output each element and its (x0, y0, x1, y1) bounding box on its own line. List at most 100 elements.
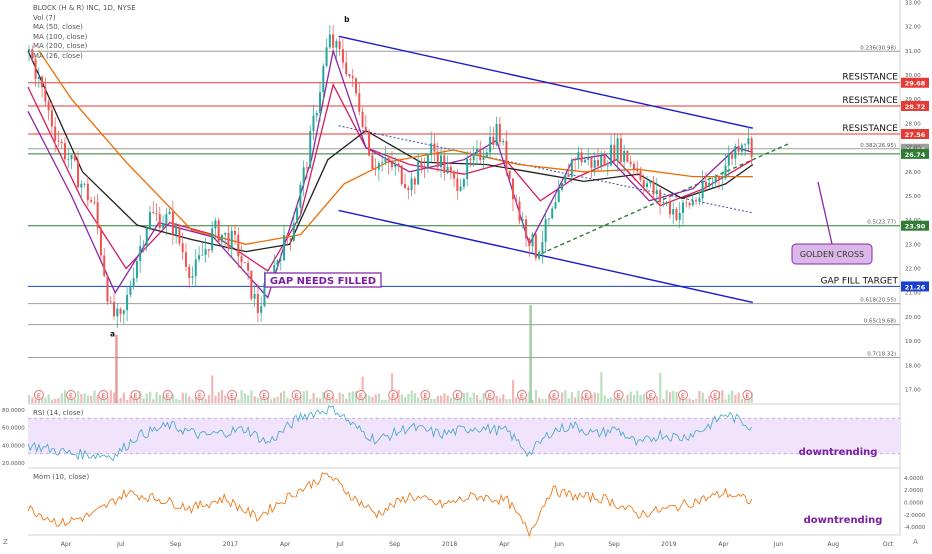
candle-body (544, 219, 547, 242)
indicator-ma50[interactable]: MA (50, close) (33, 23, 136, 33)
momentum-tick-label: 0.0000 (904, 501, 924, 507)
volume-bar (436, 395, 439, 403)
volume-bar (737, 392, 740, 403)
time-tick-label: Sep (389, 541, 401, 548)
time-tick-label: 2017 (223, 541, 238, 548)
earnings-marker-label: E (745, 392, 749, 400)
candle-body (194, 259, 197, 277)
candle-body (214, 220, 217, 229)
volume-bar (642, 393, 645, 403)
time-tick-label: Sep (170, 541, 182, 548)
candle-body (283, 235, 286, 261)
candle-body (168, 211, 171, 215)
volume-bar (466, 392, 469, 403)
indicator-ma100[interactable]: MA (100, close) (33, 33, 136, 43)
volume-bar (243, 393, 247, 403)
indicator-ma200[interactable]: MA (200, close) (33, 42, 136, 52)
volume-bar (538, 397, 541, 403)
price-tick-label: 26.00 (905, 170, 921, 176)
indicator-legend: BLOCK (H & R) INC, 1D, NYSE Vol (7) MA (… (33, 4, 136, 62)
candle-body (417, 161, 420, 185)
candle-body (296, 207, 299, 224)
candle-body (567, 174, 570, 177)
volume-bar (273, 397, 276, 403)
volume-bar (368, 395, 371, 403)
price-tick-label: 24.00 (905, 218, 921, 224)
candle-body (116, 308, 119, 317)
candle-body (659, 189, 662, 203)
volume-bar (698, 390, 701, 403)
candle-body (207, 249, 210, 251)
candle-body (724, 165, 727, 179)
volume-bar (44, 397, 47, 403)
candle-body (525, 219, 528, 239)
candle-body (77, 160, 80, 188)
momentum-tick-label: -2.0000 (904, 513, 926, 519)
candle-body (57, 140, 60, 142)
candle-body (361, 111, 364, 127)
price-chart[interactable]: 0.236(30.98) RESISTANCE 29.68 RESISTANCE 28.… (0, 0, 932, 550)
volume-bar (175, 398, 178, 403)
candle-body (731, 154, 734, 159)
candle-body (698, 198, 701, 202)
volume-bar (47, 394, 50, 403)
candle-body (485, 152, 488, 158)
volume-bar (596, 393, 600, 403)
candle-body (587, 157, 590, 160)
candle-body (407, 187, 410, 191)
candle-body (737, 146, 740, 152)
volume-bar (286, 397, 289, 403)
volume-bar (83, 393, 86, 403)
volume-bar (237, 399, 240, 403)
candle-body (577, 152, 580, 161)
price-tick-label: 18.00 (905, 363, 921, 369)
time-tick-label: Jun (773, 541, 784, 548)
candle-body (580, 152, 583, 163)
indicator-ma26[interactable]: MA (26, close) (33, 52, 136, 62)
candle-body (253, 293, 256, 299)
indicator-vol[interactable]: Vol (7) (33, 14, 136, 24)
candle-body (420, 161, 423, 167)
volume-bar (302, 391, 305, 403)
candle-body (489, 136, 492, 153)
volume-bar (544, 399, 547, 403)
candle-body (750, 138, 753, 158)
candle-body (139, 245, 142, 262)
candle-body (224, 232, 227, 235)
candle-body (655, 189, 658, 195)
candle-body (626, 150, 629, 162)
price-badge-label: 28.72 (905, 103, 926, 111)
candle-body (639, 171, 642, 180)
volume-bar (626, 394, 629, 403)
candle-body (93, 202, 96, 203)
volume-bar (207, 395, 211, 403)
level-note: RESISTANCE (842, 73, 898, 83)
log-scale-button[interactable]: Z (3, 538, 8, 546)
candle-body (449, 166, 452, 172)
candle-body (188, 266, 191, 278)
volume-bar (443, 393, 446, 403)
candle-body (371, 155, 374, 169)
candle-body (47, 101, 50, 111)
auto-scale-button[interactable]: A (913, 538, 918, 546)
candle-body (459, 186, 462, 191)
earnings-marker-label: E (584, 392, 588, 400)
volume-bar (80, 393, 83, 403)
candle-body (443, 155, 446, 174)
candle-body (404, 184, 407, 188)
volume-bar (348, 392, 351, 403)
volume-bar (479, 399, 482, 403)
candle-body (508, 170, 511, 179)
candle-body (623, 150, 626, 162)
volume-bar (276, 396, 279, 403)
candle-body (309, 131, 312, 169)
volume-bar (613, 398, 616, 403)
volume-bar (724, 399, 727, 403)
volume-bar (691, 399, 695, 403)
candle-body (744, 144, 747, 146)
candle-body (436, 151, 439, 168)
candle-body (328, 34, 331, 48)
fib-label: 0.382(26.95) (860, 143, 896, 149)
candle-body (554, 202, 557, 209)
candle-body (387, 157, 390, 163)
